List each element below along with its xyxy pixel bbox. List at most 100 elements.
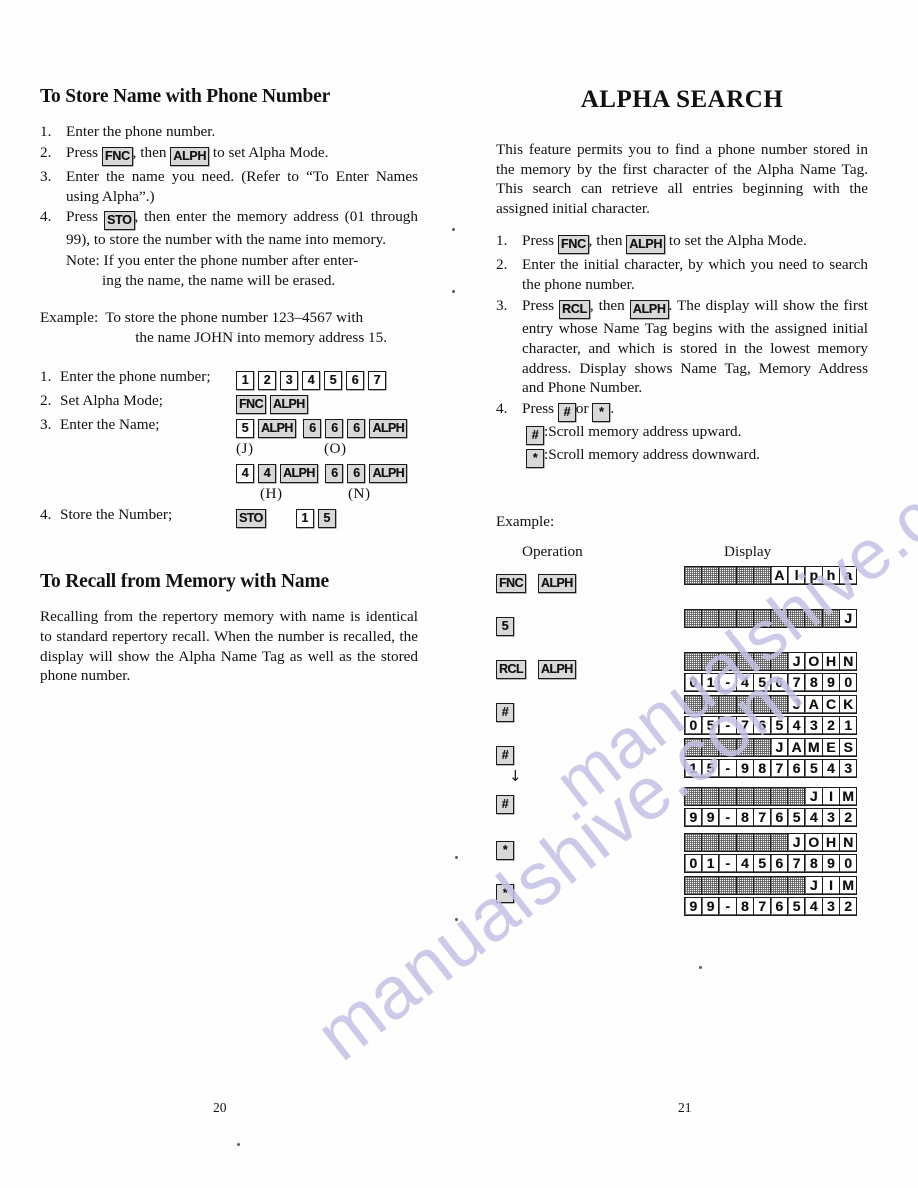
alph-key: ALPH bbox=[369, 464, 408, 484]
lcd-cell: 4 bbox=[804, 896, 824, 916]
lcd-cell bbox=[787, 875, 806, 895]
step-number: 4. bbox=[496, 400, 508, 418]
lcd-row-bottom: 99-8765432 bbox=[684, 896, 858, 916]
lcd-cell: O bbox=[804, 832, 824, 852]
lcd-cell: l bbox=[787, 565, 806, 585]
lcd-row-top: J bbox=[684, 608, 858, 628]
hash-key: # bbox=[557, 403, 576, 423]
digit-key: 6 bbox=[303, 419, 322, 439]
step-text: Press bbox=[66, 143, 99, 161]
digit-key: 5 bbox=[496, 616, 514, 636]
lcd-cell: 5 bbox=[752, 853, 772, 873]
lcd-cell: O bbox=[804, 651, 824, 671]
rcl-key: RCL bbox=[496, 659, 526, 679]
lcd-cell bbox=[684, 875, 703, 895]
display-cell: Alpha bbox=[684, 565, 858, 587]
lcd-cell bbox=[770, 651, 789, 671]
lcd-cell: 4 bbox=[804, 807, 824, 827]
lcd-cell: 9 bbox=[821, 853, 841, 873]
lcd-cell bbox=[735, 565, 755, 585]
table-row: # JAMES 15-9876543 bbox=[496, 737, 868, 781]
list-item: 2. Press FNC, then ALPH to set Alpha Mod… bbox=[40, 143, 418, 166]
lcd-cell: 8 bbox=[735, 896, 755, 916]
lcd-row-top: JIM bbox=[684, 875, 858, 895]
lcd-cell: J bbox=[770, 737, 789, 757]
lcd-cell: 5 bbox=[804, 758, 824, 778]
table-row: 3. Enter the Name; 5 ALPH 6 6 6 ALPH bbox=[40, 414, 418, 439]
letter-annotation: (O) bbox=[324, 440, 347, 458]
fnc-key: FNC bbox=[496, 573, 526, 593]
lcd-row-top: JIM bbox=[684, 786, 858, 806]
sto-key: STO bbox=[103, 211, 135, 231]
lcd-cell: 1 bbox=[701, 672, 720, 692]
table-row: 5 J bbox=[496, 608, 868, 652]
alph-key: ALPH bbox=[269, 395, 308, 415]
digit-key: 6 bbox=[347, 419, 366, 439]
lcd-cell bbox=[752, 651, 772, 671]
digit-key: 5 bbox=[324, 371, 342, 391]
sequence-keys-cell: 4 4 ALPH 6 6 ALPH bbox=[236, 459, 418, 484]
lcd-cell: - bbox=[718, 758, 737, 778]
step-text: Press bbox=[66, 208, 99, 226]
step-number: 3. bbox=[496, 296, 508, 314]
list-item: 2. Enter the initial character, by which… bbox=[496, 255, 868, 295]
sequence-label-cell: 2. Set Alpha Mode; bbox=[40, 390, 236, 414]
lcd-cell: 0 bbox=[838, 672, 858, 692]
scan-speck bbox=[455, 856, 458, 859]
list-item: 3. Press RCL, then ALPH. The display wil… bbox=[496, 296, 868, 398]
recall-paragraph: Recalling from the repertory memory with… bbox=[40, 608, 418, 685]
letter-annotation: (H) bbox=[260, 485, 283, 503]
lcd-cell bbox=[752, 608, 772, 628]
lcd-cell: J bbox=[787, 832, 806, 852]
step-text: Press bbox=[522, 232, 555, 250]
lcd-row-top: JAMES bbox=[684, 737, 858, 757]
lcd-cell bbox=[684, 832, 703, 852]
lcd-cell: - bbox=[718, 715, 737, 735]
lcd-cell: 7 bbox=[752, 807, 772, 827]
lcd-cell bbox=[735, 786, 755, 806]
lcd-cell: 4 bbox=[821, 758, 841, 778]
lcd-cell: 7 bbox=[752, 896, 772, 916]
lcd-cell: 8 bbox=[804, 672, 824, 692]
lcd-cell: 6 bbox=[770, 807, 789, 827]
lcd-cell bbox=[701, 565, 720, 585]
table-row: 1. Enter the phone number; 1234567 bbox=[40, 366, 418, 391]
step-text: or bbox=[575, 400, 589, 418]
lcd-cell: h bbox=[821, 565, 841, 585]
hash-key: # bbox=[496, 794, 514, 814]
lcd-cell bbox=[735, 694, 755, 714]
step-number: 2. bbox=[496, 256, 508, 274]
sequence-keys-cell: 1234567 bbox=[236, 366, 418, 391]
step-text: Press bbox=[522, 296, 555, 314]
lcd-cell bbox=[770, 608, 789, 628]
sequence-label: Enter the phone number; bbox=[60, 368, 211, 386]
lcd-cell: 3 bbox=[821, 896, 841, 916]
lcd-cell: - bbox=[718, 807, 737, 827]
lcd-cell: 5 bbox=[701, 758, 720, 778]
lcd-cell bbox=[821, 608, 841, 628]
lcd-cell: 7 bbox=[787, 853, 806, 873]
lcd-cell bbox=[718, 832, 737, 852]
right-column: ALPHA SEARCH This feature permits you to… bbox=[496, 86, 868, 919]
lcd-row-bottom: 99-8765432 bbox=[684, 807, 858, 827]
lcd-cell: J bbox=[804, 875, 824, 895]
lcd-cell: 7 bbox=[735, 715, 755, 735]
letter-annotation-row: (J) (O) bbox=[236, 438, 418, 459]
operation-cell: # bbox=[496, 699, 526, 722]
table-row: # JACK 05-7654321 bbox=[496, 694, 868, 738]
step-number: 1. bbox=[496, 232, 508, 250]
fnc-key: FNC bbox=[236, 395, 266, 415]
lcd-cell: 6 bbox=[770, 672, 789, 692]
lcd-cell bbox=[735, 875, 755, 895]
lcd-cell bbox=[684, 651, 703, 671]
lcd-cell: 6 bbox=[787, 758, 806, 778]
sequence-keys-cell: STO 1 5 bbox=[236, 504, 418, 529]
page-number-right: 21 bbox=[678, 1100, 692, 1115]
fnc-key: FNC bbox=[557, 235, 589, 255]
step-number: 4. bbox=[40, 506, 52, 524]
star-key: * bbox=[526, 449, 544, 469]
sequence-keys-cell: 5 ALPH 6 6 6 ALPH bbox=[236, 414, 418, 439]
step-text: to set the Alpha Mode. bbox=[668, 232, 807, 250]
lcd-cell bbox=[718, 565, 737, 585]
lcd-cell bbox=[735, 651, 755, 671]
